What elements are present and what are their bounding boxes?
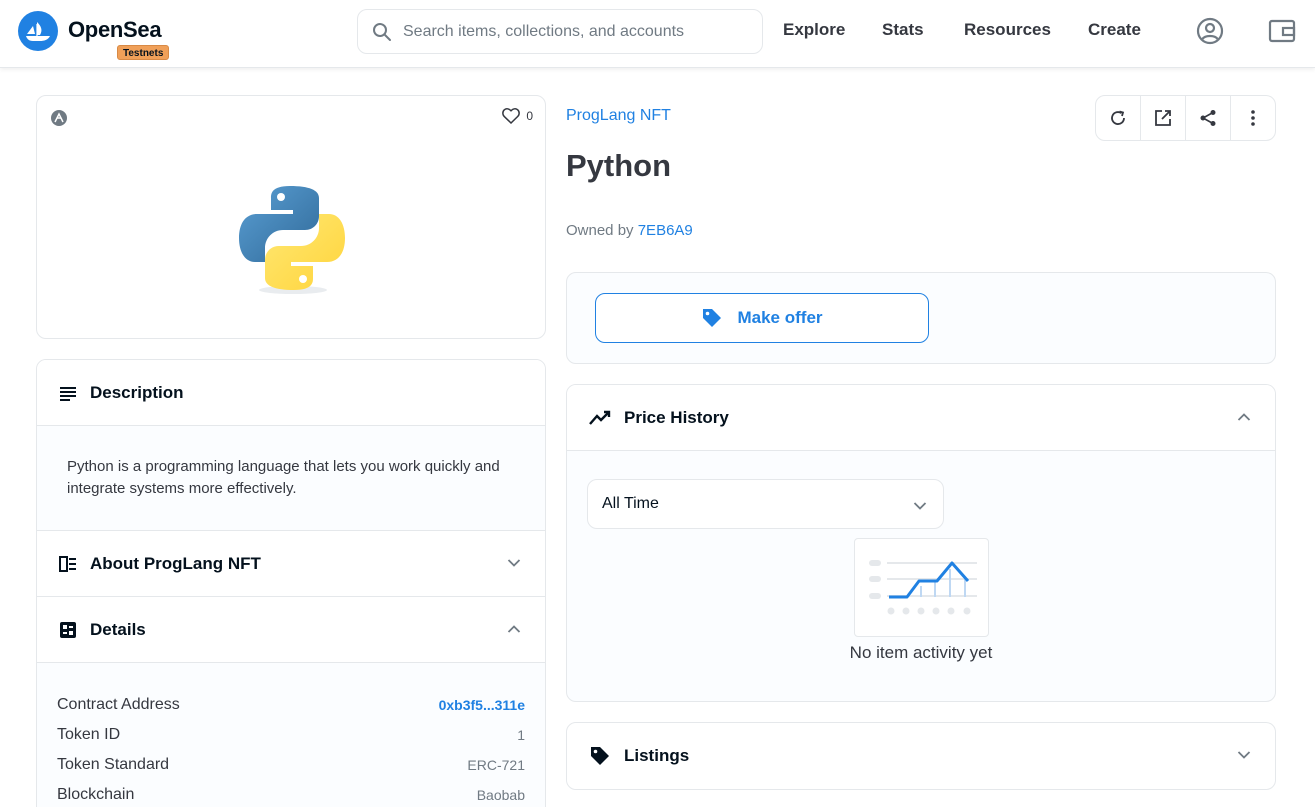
detail-value: 1	[517, 727, 525, 743]
trade-station: Make offer	[566, 272, 1276, 364]
chevron-down-icon	[507, 555, 521, 573]
refresh-icon	[1111, 110, 1125, 125]
nav-resources[interactable]: Resources	[964, 20, 1051, 40]
detail-row-standard: Token Standard ERC-721	[57, 750, 525, 780]
chevron-up-icon	[507, 621, 521, 639]
trend-icon	[589, 410, 611, 425]
item-actions-group	[1095, 95, 1276, 141]
nav-explore[interactable]: Explore	[783, 20, 845, 40]
opensea-logo-icon[interactable]	[18, 11, 58, 51]
detail-row-contract: Contract Address 0xb3f5...311e	[57, 690, 525, 720]
empty-chart-illustration	[854, 538, 989, 637]
detail-value: Baobab	[476, 787, 525, 803]
tag-icon	[703, 309, 722, 327]
more-vertical-icon	[1251, 110, 1255, 126]
detail-row-token-id: Token ID 1	[57, 720, 525, 750]
about-collection-toggle[interactable]: About ProgLang NFT	[37, 531, 545, 597]
account-icon[interactable]	[1194, 15, 1226, 47]
make-offer-button[interactable]: Make offer	[595, 293, 929, 343]
owned-by-label: Owned by	[566, 222, 634, 239]
no-activity-message: No item activity yet	[849, 643, 993, 662]
owner-link[interactable]: 7EB6A9	[638, 222, 693, 239]
item-image-card: 0	[36, 95, 546, 339]
description-icon	[60, 386, 76, 401]
price-history-toggle[interactable]: Price History	[567, 385, 1275, 451]
more-options-button[interactable]	[1231, 96, 1275, 140]
details-icon	[60, 621, 76, 638]
time-range-value: All Time	[602, 495, 659, 512]
contract-address-link[interactable]: 0xb3f5...311e	[439, 697, 525, 713]
detail-key: Token Standard	[57, 756, 170, 773]
owner-line: Owned by 7EB6A9	[566, 222, 693, 239]
testnets-badge: Testnets	[117, 45, 170, 60]
about-icon	[59, 555, 76, 572]
chevron-down-icon	[1237, 747, 1251, 765]
external-link-button[interactable]	[1141, 96, 1186, 140]
detail-key: Token ID	[57, 726, 121, 743]
item-info-panel: Description Python is a programming lang…	[36, 359, 546, 807]
share-button[interactable]	[1186, 96, 1231, 140]
brand-name[interactable]: OpenSea	[68, 17, 162, 43]
description-header: Description	[37, 360, 545, 426]
favorite-button[interactable]: 0	[502, 108, 533, 124]
about-title: About ProgLang NFT	[90, 553, 261, 573]
collection-link[interactable]: ProgLang NFT	[566, 107, 671, 125]
listings-toggle[interactable]: Listings	[567, 723, 1275, 789]
price-history-panel: Price History All Time No item activity …	[566, 384, 1276, 702]
make-offer-label: Make offer	[737, 308, 823, 327]
top-header: OpenSea Testnets Explore Stats Resources…	[0, 0, 1315, 68]
price-history-title: Price History	[624, 407, 729, 427]
description-text: Python is a programming language that le…	[37, 426, 545, 531]
refresh-button[interactable]	[1096, 96, 1141, 140]
details-title: Details	[90, 619, 146, 639]
description-title: Description	[90, 382, 184, 402]
detail-value: ERC-721	[467, 757, 525, 773]
time-range-select[interactable]: All Time	[587, 479, 944, 529]
external-link-icon	[1155, 110, 1171, 126]
search-icon	[372, 22, 392, 47]
search-input[interactable]	[403, 21, 753, 43]
share-icon	[1200, 110, 1216, 126]
nav-create[interactable]: Create	[1088, 20, 1141, 40]
search-box[interactable]	[357, 9, 763, 54]
details-toggle[interactable]: Details	[37, 597, 545, 663]
detail-key: Contract Address	[57, 696, 180, 713]
wallet-icon[interactable]	[1266, 15, 1298, 47]
listings-panel: Listings	[566, 722, 1276, 790]
python-logo-image[interactable]	[237, 184, 347, 299]
listings-title: Listings	[624, 746, 690, 765]
chevron-down-icon	[913, 498, 927, 516]
tag-icon	[591, 747, 609, 765]
nav-stats[interactable]: Stats	[882, 20, 924, 40]
detail-row-blockchain: Blockchain Baobab	[57, 780, 525, 807]
details-body: Contract Address 0xb3f5...311e Token ID …	[37, 663, 545, 807]
heart-icon	[502, 108, 521, 124]
item-title: Python	[566, 148, 672, 183]
detail-key: Blockchain	[57, 786, 135, 803]
chevron-up-icon	[1237, 409, 1251, 427]
favorite-count: 0	[526, 109, 533, 123]
klaytn-chain-icon	[50, 109, 68, 132]
